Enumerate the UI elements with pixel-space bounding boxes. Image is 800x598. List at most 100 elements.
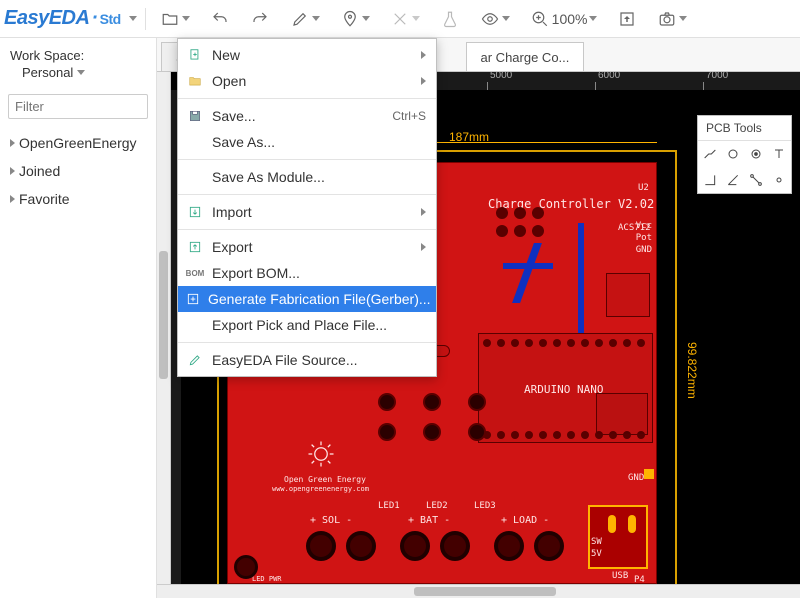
tree-item-label: OpenGreenEnergy <box>19 135 137 151</box>
pin-gnd: GND <box>636 245 652 255</box>
chevron-right-icon <box>421 51 426 59</box>
route-dropdown[interactable] <box>384 5 426 33</box>
app-logo: EasyEDA·Std <box>4 7 121 30</box>
conn-bat: + BAT - <box>408 515 450 526</box>
board-title-silk: Charge Controller V2.02 <box>488 197 654 211</box>
tool-track[interactable] <box>698 141 721 167</box>
camera-icon <box>657 9 677 29</box>
pin-icon <box>340 9 360 29</box>
sun-logo-icon <box>306 439 336 469</box>
app-edition: Std <box>100 11 121 27</box>
tab-label: ar Charge Co... <box>481 50 570 65</box>
pencil-icon <box>290 9 310 29</box>
folder-icon <box>160 9 180 29</box>
tool-pad[interactable] <box>721 141 744 167</box>
ref-gnd: GND <box>628 473 644 483</box>
file-menu-button[interactable] <box>154 5 196 33</box>
pin-pot: Pot <box>636 233 652 243</box>
ref-led1: LED1 <box>378 501 400 511</box>
import-icon <box>186 204 204 220</box>
workspace-selector[interactable]: Personal <box>0 65 156 90</box>
file-menu-dropdown: New Open Save... Ctrl+S Save As... Save … <box>177 38 437 377</box>
scrollbar-thumb[interactable] <box>414 587 555 596</box>
ref-5v: 5V <box>591 549 602 559</box>
tool-angle[interactable] <box>721 167 744 193</box>
pencil-icon <box>186 352 204 368</box>
menu-file-source[interactable]: EasyEDA File Source... <box>178 347 436 373</box>
menu-save-as[interactable]: Save As... <box>178 129 436 155</box>
filter-input[interactable] <box>8 94 148 119</box>
redo-icon <box>250 9 270 29</box>
camera-dropdown[interactable] <box>651 5 693 33</box>
tree-item-favorite[interactable]: Favorite <box>0 185 156 213</box>
ref-led2: LED2 <box>426 501 448 511</box>
app-name: EasyEDA <box>4 7 89 29</box>
tree-item-label: Favorite <box>19 191 70 207</box>
menu-generate-gerber[interactable]: Generate Fabrication File(Gerber)... <box>178 286 436 312</box>
visibility-dropdown[interactable] <box>474 5 516 33</box>
save-icon <box>186 108 204 124</box>
pcb-tools-panel[interactable]: PCB Tools <box>697 115 792 194</box>
side-panel: Work Space: Personal OpenGreenEnergy Joi… <box>0 38 157 598</box>
waypoint-dropdown[interactable] <box>334 5 376 33</box>
conn-load: + LOAD - <box>501 515 549 526</box>
new-file-icon <box>186 47 204 63</box>
menu-open[interactable]: Open <box>178 68 436 94</box>
workspace-label: Work Space: <box>0 38 156 65</box>
chevron-right-icon <box>421 77 426 85</box>
chevron-down-icon <box>77 70 85 75</box>
edit-dropdown[interactable] <box>284 5 326 33</box>
import-button[interactable] <box>611 5 643 33</box>
ref-usb: USB <box>612 571 628 581</box>
dimension-height: 99.822mm <box>685 342 699 399</box>
menu-export[interactable]: Export <box>178 234 436 260</box>
top-toolbar: EasyEDA·Std <box>0 0 800 38</box>
tool-via[interactable] <box>745 141 768 167</box>
tree-item-joined[interactable]: Joined <box>0 157 156 185</box>
menu-save-module[interactable]: Save As Module... <box>178 164 436 190</box>
menu-export-bom[interactable]: BOM Export BOM... <box>178 260 436 286</box>
zoom-in-icon <box>530 9 550 29</box>
caret-right-icon <box>10 167 15 175</box>
ref-sw: SW <box>591 537 602 547</box>
tool-hole[interactable] <box>768 167 791 193</box>
zoom-value: 100% <box>552 11 588 27</box>
scrollbar-thumb[interactable] <box>159 251 168 379</box>
logo-dropdown-caret[interactable] <box>129 16 137 21</box>
menu-export-pnp[interactable]: Export Pick and Place File... <box>178 312 436 338</box>
caret-right-icon <box>10 139 15 147</box>
logo-line1: Open Green Energy <box>284 475 366 484</box>
horizontal-scrollbar[interactable] <box>157 584 800 598</box>
menu-import[interactable]: Import <box>178 199 436 225</box>
flask-icon <box>440 9 460 29</box>
vertical-scrollbar[interactable] <box>157 72 171 584</box>
conn-sol: + SOL - <box>310 515 352 526</box>
undo-button[interactable] <box>204 5 236 33</box>
redo-button[interactable] <box>244 5 276 33</box>
menu-new[interactable]: New <box>178 42 436 68</box>
arduino-label: ARDUINO NANO <box>524 383 603 396</box>
zoom-control[interactable]: 100% <box>524 5 604 33</box>
dimension-width: 187mm <box>449 130 489 144</box>
tool-text[interactable] <box>768 141 791 167</box>
workspace-value: Personal <box>22 65 73 80</box>
align-button[interactable] <box>434 5 466 33</box>
ref-p4: P4 <box>634 575 645 584</box>
pcb-tools-title: PCB Tools <box>698 116 791 141</box>
bom-icon: BOM <box>186 265 204 281</box>
chevron-right-icon <box>421 208 426 216</box>
chevron-right-icon <box>421 243 426 251</box>
logo-line2: www.opengreenenergy.com <box>272 485 369 493</box>
cross-probe-icon <box>390 9 410 29</box>
export-icon <box>186 239 204 255</box>
caret-right-icon <box>10 195 15 203</box>
ref-ledpwr: LED PWR <box>252 575 282 583</box>
tool-arc[interactable] <box>698 167 721 193</box>
tree-item-opengreenenergy[interactable]: OpenGreenEnergy <box>0 129 156 157</box>
menu-save[interactable]: Save... Ctrl+S <box>178 103 436 129</box>
undo-icon <box>210 9 230 29</box>
tool-connect[interactable] <box>745 167 768 193</box>
tab-charge-controller[interactable]: ar Charge Co... <box>466 42 585 71</box>
open-folder-icon <box>186 73 204 89</box>
pin-vcc: Vcc <box>636 221 652 231</box>
